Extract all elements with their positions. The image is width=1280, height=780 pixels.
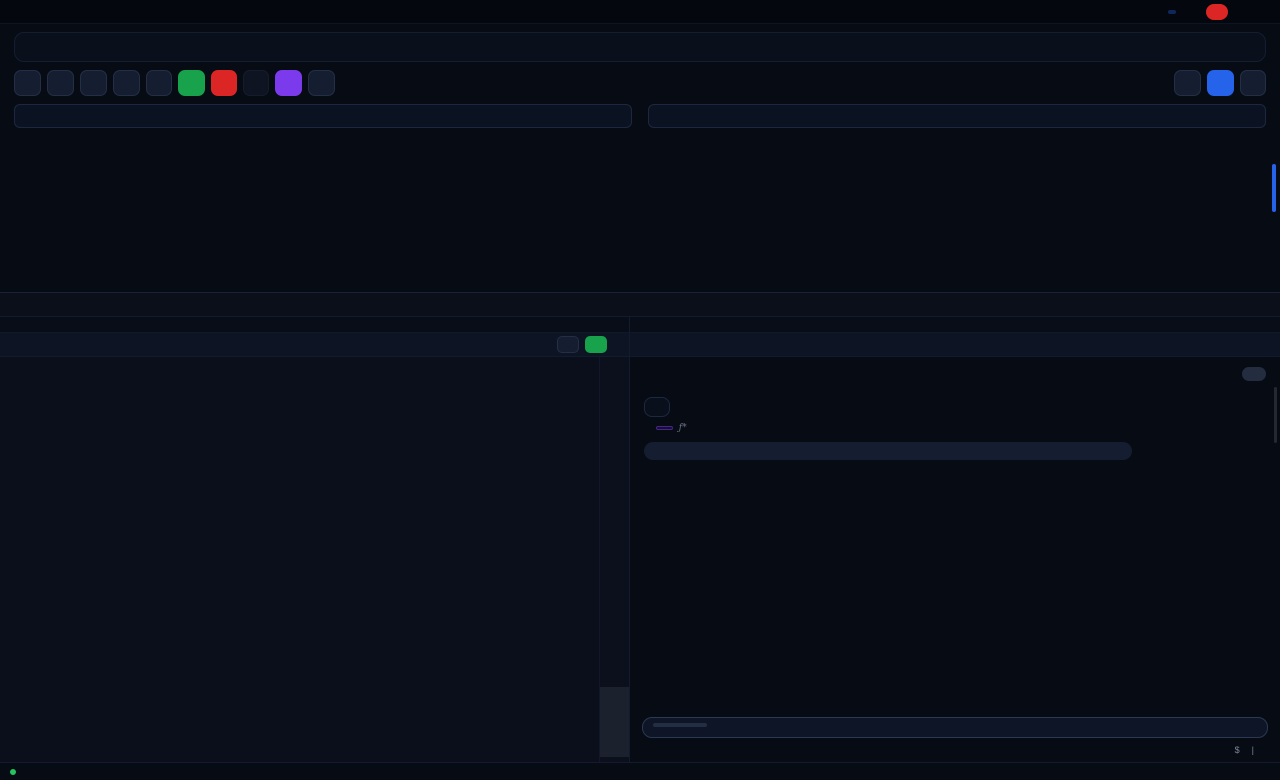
menubar — [0, 0, 1280, 24]
local-file-list — [648, 136, 1266, 284]
settings-gear-icon[interactable] — [1158, 10, 1166, 14]
minimap[interactable] — [599, 357, 629, 762]
remote-column-headers — [14, 136, 632, 156]
downloads-icon[interactable] — [1188, 10, 1196, 14]
minimap-viewport[interactable] — [600, 687, 629, 757]
function-icon: ƒ* — [679, 423, 687, 433]
file-listing-block — [644, 397, 670, 417]
agent-header — [630, 333, 1280, 357]
security-shield-icon[interactable] — [1178, 10, 1186, 14]
new-button[interactable] — [80, 70, 107, 96]
remote-path-bar[interactable] — [14, 104, 632, 128]
aerotools-header — [0, 293, 1280, 317]
local-path-bar[interactable] — [648, 104, 1266, 128]
open-button[interactable] — [113, 70, 140, 96]
disconnected-badge[interactable] — [1206, 4, 1228, 20]
print-button[interactable] — [1240, 70, 1266, 96]
remote-file-list — [14, 136, 632, 284]
editor-file-tab[interactable] — [0, 317, 629, 333]
favorites-icon[interactable] — [1148, 10, 1156, 14]
up-button[interactable] — [14, 70, 41, 96]
local-column-headers — [648, 136, 1266, 156]
editor-column — [0, 317, 630, 762]
path-bars — [14, 104, 1266, 128]
aerotools-body: ƒ* — [0, 317, 1280, 762]
user-message — [1242, 367, 1266, 381]
delete-button[interactable] — [211, 70, 237, 96]
main-area — [0, 24, 1280, 284]
tool-call-badge — [656, 426, 673, 430]
minimize-button[interactable] — [1238, 10, 1248, 14]
refresh-button[interactable] — [47, 70, 74, 96]
connection-tabs — [14, 32, 1266, 62]
model-row: $ | — [630, 738, 1280, 762]
toolbar — [14, 70, 1266, 96]
upload-files-button[interactable] — [178, 70, 205, 96]
aerotools-panel: ƒ* — [0, 292, 1280, 762]
add-tab-button[interactable] — [18, 36, 44, 59]
cost-icon: $ — [1235, 745, 1240, 755]
reset-button[interactable] — [557, 336, 579, 353]
view-grid-button[interactable] — [146, 70, 172, 96]
chat-area: ƒ* — [630, 357, 1280, 715]
chat-input-box[interactable] — [642, 717, 1268, 738]
statusbar — [0, 762, 1280, 780]
close-button[interactable] — [1262, 10, 1272, 14]
context-usage-row — [653, 723, 1257, 727]
chat-scrollbar[interactable] — [1274, 387, 1277, 443]
maximize-button[interactable] — [1250, 10, 1260, 14]
code-lines[interactable] — [0, 357, 599, 762]
pause-sync-button[interactable] — [243, 70, 269, 96]
ai-agent-column: ƒ* — [630, 317, 1280, 762]
code-editor[interactable] — [0, 357, 629, 762]
history-clock-icon[interactable] — [1168, 10, 1176, 14]
save-button[interactable] — [585, 336, 607, 353]
context-usage-bar — [653, 723, 707, 727]
file-panes — [14, 136, 1266, 284]
local-view-button[interactable] — [1207, 70, 1234, 96]
synced-button[interactable] — [275, 70, 302, 96]
agent-response — [644, 442, 1132, 460]
scrollbar-thumb[interactable] — [1272, 164, 1276, 212]
remote-view-button[interactable] — [1174, 70, 1201, 96]
tool-result-meta: ƒ* — [644, 423, 1266, 433]
sync-files-button[interactable] — [308, 70, 335, 96]
connection-status-dot — [10, 769, 16, 775]
ai-agent-panel-tab[interactable] — [630, 317, 1280, 333]
aeroftp-window: ƒ* — [0, 0, 1280, 780]
editor-header — [0, 333, 629, 357]
